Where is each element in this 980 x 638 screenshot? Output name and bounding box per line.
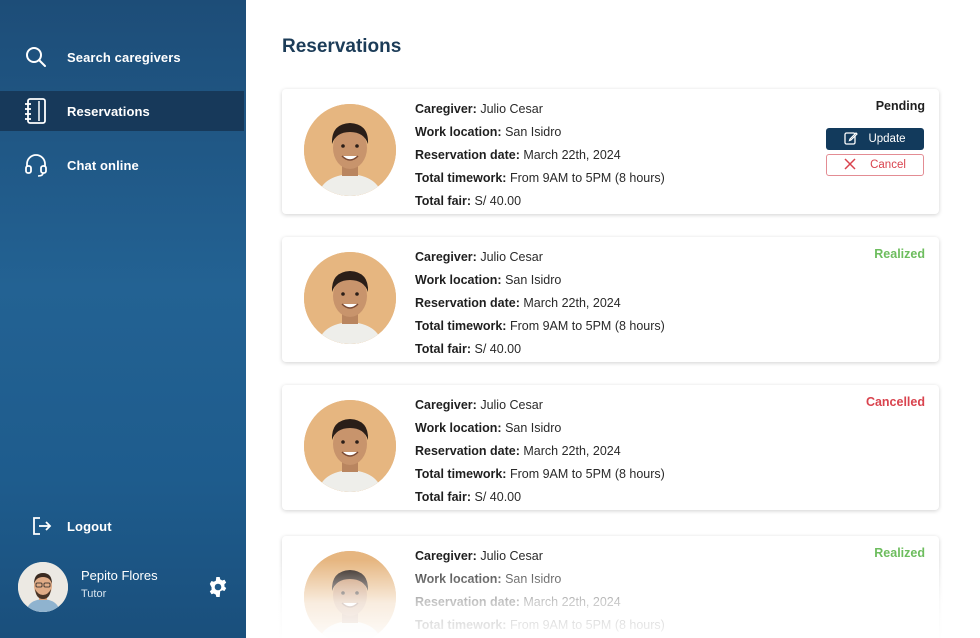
total-fair: S/ 40.00 (474, 490, 522, 504)
date-row: Reservation date: March 22th, 2024 (415, 595, 621, 609)
caregiver-photo (304, 551, 396, 638)
update-label: Update (868, 133, 906, 145)
caregiver-name: Julio Cesar (480, 250, 543, 264)
work-location: San Isidro (505, 273, 562, 287)
user-role: Tutor (81, 588, 107, 600)
logout-icon (30, 514, 54, 538)
logout-button[interactable]: Logout (0, 506, 244, 546)
location-row: Work location: San Isidro (415, 572, 562, 586)
total-timework: From 9AM to 5PM (8 hours) (509, 171, 665, 185)
user-name: Pepito Flores (81, 568, 158, 583)
location-row: Work location: San Isidro (415, 273, 562, 287)
update-button[interactable]: Update (826, 128, 924, 150)
reservation-details: Caregiver: Julio Cesar Work location: Sa… (415, 545, 665, 637)
caregiver-name: Julio Cesar (480, 398, 543, 412)
total-fair: S/ 40.00 (474, 342, 522, 356)
caregiver-row: Caregiver: Julio Cesar (415, 102, 543, 116)
caregiver-photo (304, 400, 396, 492)
logout-label: Logout (67, 518, 112, 534)
timework-row: Total timework: From 9AM to 5PM (8 hours… (415, 467, 665, 481)
reservation-details: Caregiver: Julio Cesar Work location: Sa… (415, 394, 665, 509)
fair-row: Total fair: S/ 40.00 (415, 490, 522, 504)
location-row: Work location: San Isidro (415, 421, 562, 435)
caregiver-row: Caregiver: Julio Cesar (415, 549, 543, 563)
headset-icon (24, 153, 48, 177)
user-profile: Pepito Flores Tutor (18, 562, 238, 614)
work-location: San Isidro (505, 125, 562, 139)
sidebar: Search caregivers Reservations Chat onli… (0, 0, 246, 638)
work-location: San Isidro (505, 421, 562, 435)
nav-reservations-label: Reservations (67, 103, 150, 119)
caregiver-name: Julio Cesar (480, 549, 543, 563)
nav-search-caregivers-label: Search caregivers (67, 49, 181, 65)
reservation-card: Caregiver: Julio Cesar Work location: Sa… (282, 385, 939, 510)
caregiver-row: Caregiver: Julio Cesar (415, 250, 543, 264)
caregiver-photo (304, 252, 396, 344)
fair-row: Total fair: S/ 40.00 (415, 342, 522, 356)
user-avatar[interactable] (18, 562, 68, 612)
fair-row: Total fair: S/ 40.00 (415, 194, 522, 208)
cancel-button[interactable]: Cancel (826, 154, 924, 176)
caregiver-row: Caregiver: Julio Cesar (415, 398, 543, 412)
nav-chat-online-label: Chat online (67, 157, 139, 173)
notebook-icon (24, 98, 48, 124)
date-row: Reservation date: March 22th, 2024 (415, 148, 621, 162)
reservation-card: Caregiver: Julio Cesar Work location: Sa… (282, 237, 939, 362)
location-row: Work location: San Isidro (415, 125, 562, 139)
reservation-date: March 22th, 2024 (523, 595, 621, 609)
work-location: San Isidro (505, 572, 562, 586)
status-badge: Pending (875, 99, 925, 113)
reservation-card: Caregiver: Julio Cesar Work location: Sa… (282, 89, 939, 214)
timework-row: Total timework: From 9AM to 5PM (8 hours… (415, 319, 665, 333)
status-badge: Realized (874, 247, 925, 261)
total-timework: From 9AM to 5PM (8 hours) (509, 319, 665, 333)
total-timework: From 9AM to 5PM (8 hours) (509, 618, 665, 632)
caregiver-name: Julio Cesar (480, 102, 543, 116)
reservation-date: March 22th, 2024 (523, 296, 621, 310)
reservation-date: March 22th, 2024 (523, 148, 621, 162)
date-row: Reservation date: March 22th, 2024 (415, 444, 621, 458)
status-badge: Cancelled (865, 395, 925, 409)
main-content: Reservations Caregiver: Julio Cesar Work… (246, 0, 980, 638)
reservation-card: Caregiver: Julio Cesar Work location: Sa… (282, 536, 939, 638)
page-title: Reservations (282, 36, 402, 57)
close-icon (844, 157, 856, 173)
status-badge: Realized (874, 546, 925, 560)
timework-row: Total timework: From 9AM to 5PM (8 hours… (415, 618, 665, 632)
date-row: Reservation date: March 22th, 2024 (415, 296, 621, 310)
edit-icon (844, 131, 859, 148)
cancel-label: Cancel (870, 159, 906, 171)
caregiver-photo (304, 104, 396, 196)
total-timework: From 9AM to 5PM (8 hours) (509, 467, 665, 481)
reservation-details: Caregiver: Julio Cesar Work location: Sa… (415, 98, 665, 213)
search-icon (24, 45, 48, 69)
total-fair: S/ 40.00 (474, 194, 522, 208)
reservation-date: March 22th, 2024 (523, 444, 621, 458)
timework-row: Total timework: From 9AM to 5PM (8 hours… (415, 171, 665, 185)
nav-search-caregivers[interactable]: Search caregivers (0, 37, 244, 77)
reservation-details: Caregiver: Julio Cesar Work location: Sa… (415, 246, 665, 361)
nav-reservations[interactable]: Reservations (0, 91, 244, 131)
gear-icon[interactable] (206, 575, 230, 599)
nav-chat-online[interactable]: Chat online (0, 145, 244, 185)
